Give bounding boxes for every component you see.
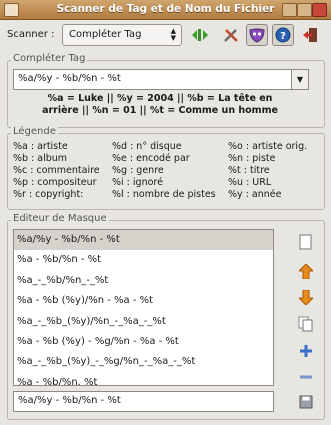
scanner-mode-select[interactable]: Compléter Tag ▲ ▼ <box>62 24 182 46</box>
mask-list-item[interactable]: %a - %b/%n - %t <box>14 250 273 270</box>
save-icon <box>299 395 313 409</box>
mask-button[interactable] <box>246 24 268 46</box>
new-icon <box>299 234 312 250</box>
maximize-icon[interactable] <box>297 3 312 17</box>
tag-mask-combo-entry[interactable]: %a/%y - %b/%n - %t <box>13 69 292 90</box>
move-down-icon <box>299 289 313 305</box>
legend-item: %i : ignoré <box>112 177 163 188</box>
complete-tag-title: Compléter Tag <box>11 53 88 64</box>
move-down-button[interactable] <box>297 288 315 306</box>
mask-edit-field[interactable]: %a/%y - %b/%n - %t <box>13 391 274 412</box>
legend-item: %l : nombre de pistes <box>112 189 216 200</box>
legend-item: %r : copyright: <box>13 189 84 200</box>
new-mask-button[interactable] <box>297 233 315 251</box>
mask-list-item[interactable]: %a_-_%b/%n_-_%t <box>14 271 273 291</box>
close-icon[interactable] <box>312 3 327 17</box>
legend-column-1: %a : artiste %b : album %c : commentaire… <box>13 141 100 201</box>
legend-item: %o : artiste orig. <box>228 141 308 152</box>
legend-item: %a : artiste <box>13 141 68 152</box>
mask-list-item-selected[interactable]: %a/%y - %b/%n - %t <box>14 230 273 251</box>
move-up-icon <box>299 263 313 279</box>
mask-list[interactable]: %a/%y - %b/%n - %t %a - %b/%n - %t %a_-_… <box>13 229 274 386</box>
remove-button[interactable] <box>297 368 315 386</box>
duplicate-button[interactable] <box>297 315 315 333</box>
help-button[interactable]: ? <box>272 24 294 46</box>
add-button[interactable] <box>297 342 315 360</box>
duplicate-icon <box>298 316 313 332</box>
legend-item: %d : n° disque <box>112 141 182 152</box>
window-titlebar[interactable]: Scanner de Tag et de Nom du Fichier <box>0 0 331 20</box>
exit-button[interactable] <box>299 24 321 46</box>
tag-preview-line1: %a = Luke || %y = 2004 || %b = La tête e… <box>47 93 273 104</box>
mask-icon <box>249 28 265 43</box>
scanner-label: Scanner : <box>7 29 55 40</box>
help-icon: ? <box>275 27 291 43</box>
legend-item: %y : année <box>228 189 282 200</box>
green-arrows-icon <box>192 29 208 41</box>
svg-text:?: ? <box>280 31 286 42</box>
mask-editor-title: Editeur de Masque <box>11 213 109 224</box>
exit-icon <box>303 28 317 42</box>
tools-icon <box>224 29 238 42</box>
move-up-button[interactable] <box>297 262 315 280</box>
minimize-icon[interactable] <box>282 3 297 17</box>
mask-list-item[interactable]: %a - %b/%n. %t <box>14 373 273 385</box>
legend-column-3: %o : artiste orig. %n : piste %t : titre… <box>228 141 307 201</box>
add-icon <box>300 345 312 357</box>
legend-item: %c : commentaire <box>13 165 100 176</box>
scanner-mode-value: Compléter Tag <box>69 29 142 40</box>
legend-item: %u : URL <box>228 177 272 188</box>
remove-icon <box>300 375 312 379</box>
mask-list-item[interactable]: %a - %b (%y) - %g/%n - %a - %t <box>14 332 273 352</box>
spin-arrows-icon: ▲ ▼ <box>170 27 176 42</box>
green-arrows-button[interactable] <box>189 24 211 46</box>
tag-preview: %a = Luke || %y = 2004 || %b = La tête e… <box>14 93 306 117</box>
mask-list-item[interactable]: %a_-_%b_(%y)_-_%g/%n_-_%a_-_%t <box>14 352 273 372</box>
legend-column-2: %d : n° disque %e : encodé par %g : genr… <box>112 141 216 201</box>
chevron-down-icon[interactable]: ▼ <box>292 69 309 90</box>
legend-item: %b : album <box>13 153 68 164</box>
mask-list-item[interactable]: %a_-_%b_(%y)/%n_-_%a_-_%t <box>14 312 273 332</box>
legend-item: %e : encodé par <box>112 153 190 164</box>
legend-item: %t : titre <box>228 165 270 176</box>
tag-preview-line2: arrière || %n = 01 || %t = Comme un homm… <box>42 105 278 116</box>
legend-title: Légende <box>11 126 58 137</box>
legend-item: %n : piste <box>228 153 276 164</box>
mask-list-item[interactable]: %a - %b (%y)/%n - %a - %t <box>14 291 273 311</box>
legend-item: %g : genre <box>112 165 164 176</box>
tools-button[interactable] <box>220 24 242 46</box>
save-button[interactable] <box>297 393 315 411</box>
legend-item: %p : compositeur <box>13 177 97 188</box>
